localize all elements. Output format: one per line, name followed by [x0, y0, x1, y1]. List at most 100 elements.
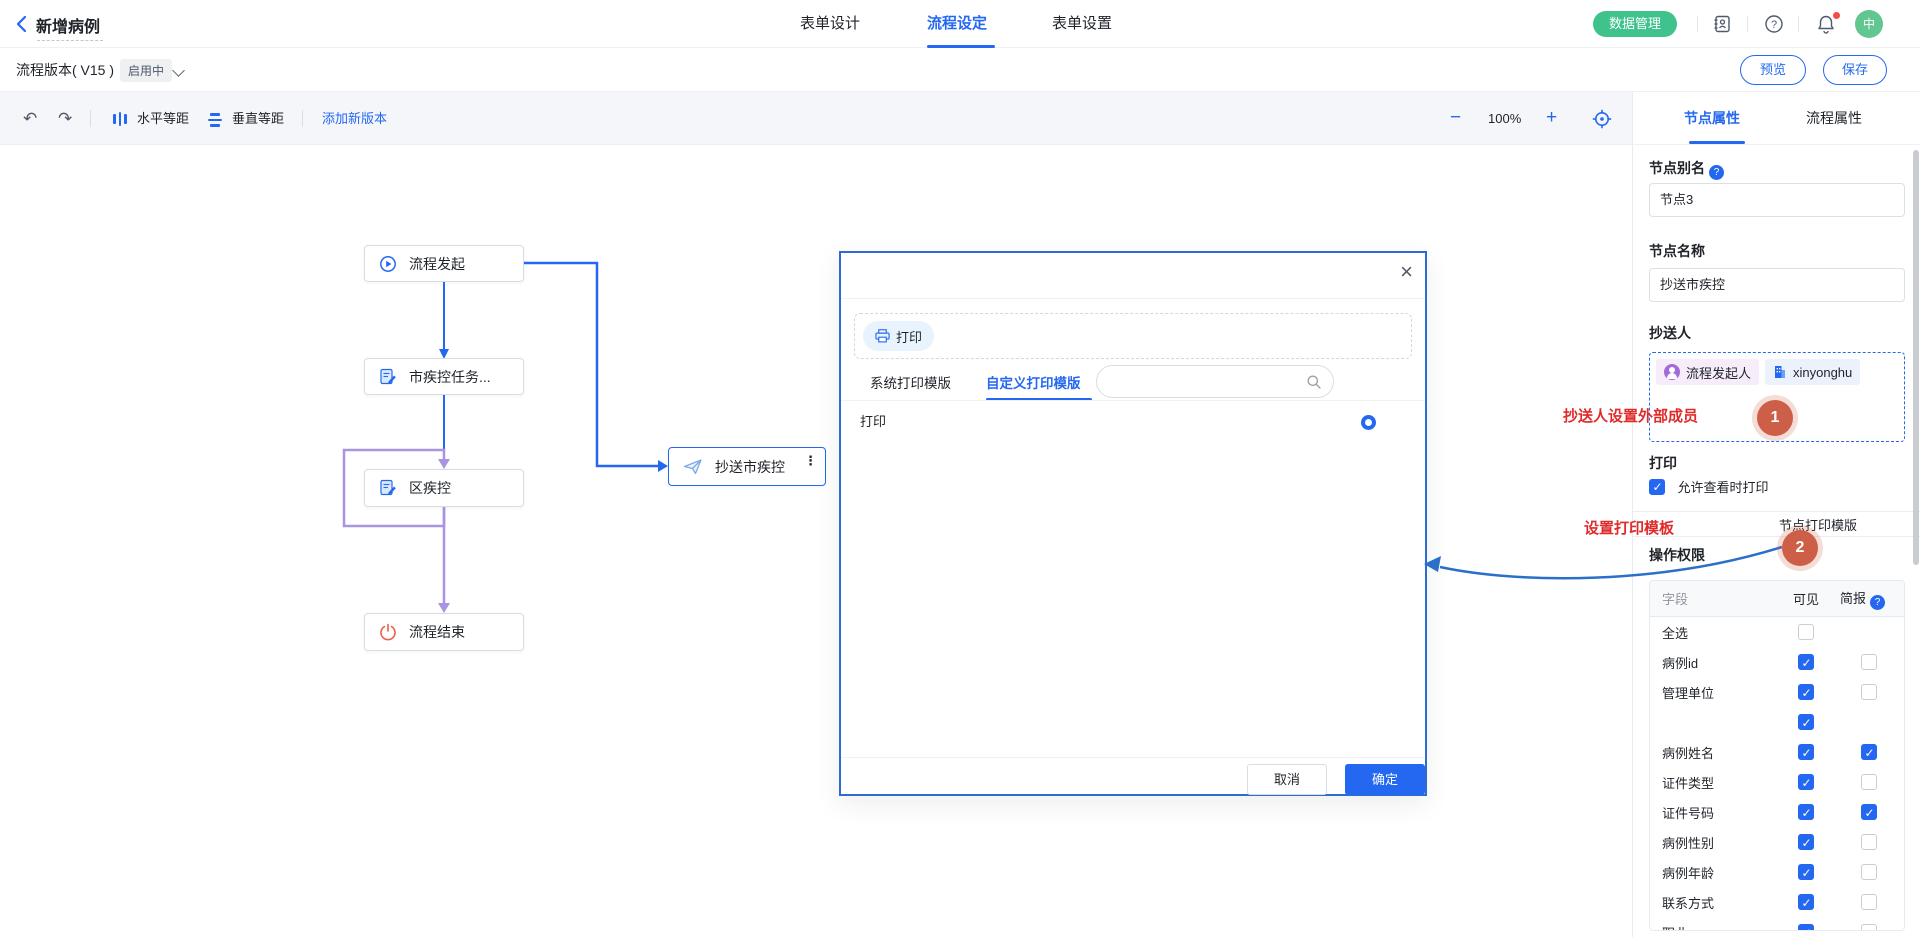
back-icon[interactable] — [14, 14, 30, 34]
close-icon[interactable]: × — [1400, 259, 1413, 285]
node-alias-input[interactable]: 节点3 — [1649, 183, 1905, 217]
cc-chip-label: xinyonghu — [1793, 365, 1852, 380]
tab-form-design[interactable]: 表单设计 — [800, 0, 860, 48]
cancel-button[interactable]: 取消 — [1247, 764, 1327, 795]
brief-checkbox[interactable] — [1861, 774, 1877, 790]
visible-checkbox[interactable] — [1798, 744, 1814, 760]
panel-tab-bar: 节点属性 流程属性 — [1632, 92, 1920, 145]
add-version-link[interactable]: 添加新版本 — [322, 92, 387, 145]
panel-scrollbar[interactable] — [1913, 150, 1919, 565]
selected-template-area: 打印 — [854, 313, 1412, 359]
visible-checkbox[interactable] — [1798, 624, 1814, 640]
node-name-label: 节点名称 — [1649, 241, 1705, 261]
flow-node-district[interactable]: 区疾控 — [364, 469, 524, 507]
visible-checkbox[interactable] — [1798, 714, 1814, 730]
table-row — [1650, 707, 1904, 737]
power-icon — [379, 623, 397, 641]
chevron-down-icon[interactable] — [172, 64, 185, 77]
tab-system-template[interactable]: 系统打印模版 — [870, 367, 951, 401]
field-label: 证件类型 — [1662, 773, 1778, 792]
brief-checkbox[interactable] — [1861, 864, 1877, 880]
table-row: 全选 — [1650, 617, 1904, 647]
field-label: 病例性别 — [1662, 833, 1778, 852]
vertical-distribute-button[interactable]: 垂直等距 — [232, 92, 284, 145]
header-brief: 简报? — [1834, 588, 1904, 610]
node-label: 流程发起 — [409, 254, 465, 274]
node-alias-label-text: 节点别名 — [1649, 160, 1705, 176]
cc-chip-xinyonghu[interactable]: xinyonghu — [1765, 359, 1860, 385]
visible-checkbox[interactable] — [1798, 894, 1814, 910]
visible-checkbox[interactable] — [1798, 774, 1814, 790]
tab-flow-setting[interactable]: 流程设定 — [927, 0, 987, 48]
preview-button[interactable]: 预览 — [1740, 55, 1806, 85]
node-label: 市疾控任务... — [409, 367, 491, 387]
building-icon — [1773, 365, 1787, 379]
annotation-badge-1: 1 — [1757, 400, 1793, 436]
brief-checkbox[interactable] — [1861, 924, 1877, 931]
visible-checkbox[interactable] — [1798, 654, 1814, 670]
search-input[interactable] — [1096, 365, 1334, 398]
template-list-item[interactable]: 打印 — [860, 411, 886, 430]
help-icon[interactable]: ? — [1870, 595, 1885, 610]
brief-checkbox[interactable] — [1861, 744, 1877, 760]
node-name-input[interactable]: 抄送市疾控 — [1649, 268, 1905, 302]
visible-checkbox[interactable] — [1798, 804, 1814, 820]
canvas-toolbar: ↶ ↷ 水平等距 垂直等距 添加新版本 − 100% + — [0, 92, 1632, 145]
header-field: 字段 — [1662, 589, 1778, 608]
visible-checkbox[interactable] — [1798, 834, 1814, 850]
zoom-out-button[interactable]: − — [1450, 92, 1461, 145]
avatar[interactable]: 中 — [1855, 10, 1883, 38]
divider — [90, 110, 91, 127]
print-template-modal: × 打印 系统打印模版 自定义打印模版 打印 取消 — [839, 251, 1427, 796]
tab-node-properties[interactable]: 节点属性 — [1684, 92, 1740, 145]
tab-flow-properties[interactable]: 流程属性 — [1806, 92, 1862, 145]
tab-form-config[interactable]: 表单设置 — [1052, 0, 1112, 48]
person-avatar-icon — [1664, 364, 1680, 380]
brief-checkbox[interactable] — [1861, 834, 1877, 850]
print-chip[interactable]: 打印 — [863, 321, 934, 351]
flow-node-cc[interactable]: 抄送市疾控 ⋮ — [668, 447, 826, 486]
doc-edit-icon — [379, 368, 397, 386]
redo-icon[interactable]: ↷ — [58, 92, 72, 145]
cc-chip-label: 流程发起人 — [1686, 363, 1751, 382]
flow-node-start[interactable]: 流程发起 — [364, 245, 524, 282]
undo-icon[interactable]: ↶ — [23, 92, 37, 145]
printer-icon — [875, 329, 890, 343]
allow-print-checkbox[interactable] — [1649, 479, 1665, 495]
help-icon[interactable]: ? — [1764, 14, 1784, 34]
search-icon — [1306, 374, 1322, 390]
node-menu-icon[interactable]: ⋮ — [804, 458, 817, 464]
field-label: 证件号码 — [1662, 803, 1778, 822]
paper-plane-icon — [683, 458, 703, 476]
brief-checkbox[interactable] — [1861, 684, 1877, 700]
visible-checkbox[interactable] — [1798, 684, 1814, 700]
field-label: 全选 — [1662, 623, 1778, 642]
vertical-distribute-icon — [208, 113, 222, 127]
table-row: 病例性别 — [1650, 827, 1904, 857]
tab-custom-template[interactable]: 自定义打印模版 — [986, 367, 1081, 401]
notification-dot — [1833, 12, 1840, 19]
contacts-icon[interactable] — [1712, 14, 1732, 34]
permission-table-body: 全选病例id管理单位病例姓名证件类型证件号码病例性别病例年龄联系方式职业 — [1650, 617, 1904, 931]
divider — [1747, 16, 1748, 32]
visible-checkbox[interactable] — [1798, 864, 1814, 880]
cc-chip-initiator[interactable]: 流程发起人 — [1656, 359, 1759, 385]
zoom-in-button[interactable]: + — [1546, 92, 1557, 145]
horizontal-distribute-button[interactable]: 水平等距 — [137, 92, 189, 145]
flow-node-city-task[interactable]: 市疾控任务... — [364, 358, 524, 395]
fit-view-icon[interactable] — [1592, 109, 1612, 129]
data-manage-button[interactable]: 数据管理 — [1593, 11, 1677, 37]
field-label: 病例姓名 — [1662, 743, 1778, 762]
permission-table-header: 字段 可见 简报? — [1650, 581, 1904, 617]
node-label: 流程结束 — [409, 622, 465, 642]
help-icon[interactable]: ? — [1709, 165, 1724, 180]
brief-checkbox[interactable] — [1861, 804, 1877, 820]
table-row: 证件号码 — [1650, 797, 1904, 827]
template-radio-selected[interactable] — [1361, 415, 1376, 430]
flow-node-end[interactable]: 流程结束 — [364, 613, 524, 651]
brief-checkbox[interactable] — [1861, 654, 1877, 670]
save-button[interactable]: 保存 — [1823, 55, 1887, 85]
brief-checkbox[interactable] — [1861, 894, 1877, 910]
confirm-button[interactable]: 确定 — [1345, 764, 1425, 795]
visible-checkbox[interactable] — [1798, 924, 1814, 931]
